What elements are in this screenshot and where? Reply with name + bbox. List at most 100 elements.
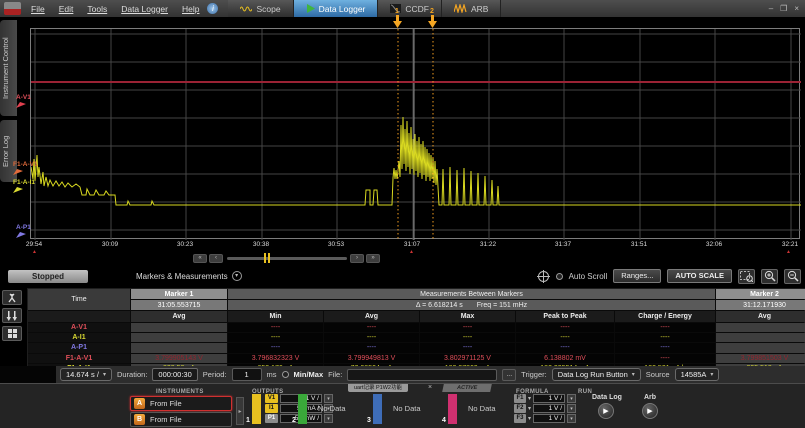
- x-tick: 32:06: [706, 241, 722, 248]
- markers-toggle-button[interactable]: [2, 308, 22, 323]
- sine-wave-icon: [240, 5, 252, 13]
- f2-badge[interactable]: F2: [514, 404, 526, 413]
- channel4-bar[interactable]: [448, 394, 457, 424]
- tab-arb[interactable]: ARB: [442, 0, 501, 17]
- chevron-down-icon[interactable]: ▾: [567, 394, 576, 403]
- arb-run-button[interactable]: ▶: [642, 403, 658, 419]
- source-label: Source: [646, 370, 670, 379]
- sidebar-tab-instrument-control[interactable]: Instrument Control: [0, 20, 17, 116]
- v1-badge[interactable]: V1: [265, 394, 278, 403]
- active-tab[interactable]: ACTIVE: [442, 384, 492, 392]
- channel2-bar[interactable]: [298, 394, 307, 424]
- scroll-next-button[interactable]: ›: [350, 254, 364, 263]
- f3-badge[interactable]: F3: [514, 414, 526, 423]
- instrument-a-label: From File: [150, 399, 182, 408]
- cell: ----: [324, 323, 419, 332]
- f3-scale-value[interactable]: 1 V /: [533, 414, 565, 423]
- marker2-flag[interactable]: 2: [426, 9, 438, 33]
- ranges-button[interactable]: Ranges...: [613, 269, 661, 283]
- cell: [131, 323, 227, 332]
- trigger-dropdown[interactable]: Data Log Run Button ▾: [552, 368, 641, 381]
- zoom-region-button[interactable]: [738, 269, 755, 284]
- minmax-checkbox[interactable]: [282, 371, 289, 378]
- browse-button[interactable]: ...: [502, 369, 516, 381]
- marker-flags-icon: [6, 311, 18, 321]
- auto-scroll-radio[interactable]: [556, 273, 563, 280]
- window-controls: – ❐ ×: [769, 0, 805, 17]
- data-log-run-button[interactable]: ▶: [598, 403, 614, 419]
- scroll-handle[interactable]: [262, 253, 271, 263]
- instrument-b-badge: B: [134, 414, 145, 425]
- chevron-down-icon[interactable]: ▾: [528, 405, 531, 412]
- f1-badge[interactable]: F1: [514, 394, 526, 403]
- zoom-in-button[interactable]: [761, 269, 778, 284]
- file-tab[interactable]: uart记录 P1W2功能: [348, 384, 408, 392]
- menu-data-logger[interactable]: Data Logger: [121, 4, 168, 14]
- waveform-plot: [31, 29, 801, 240]
- i1-badge[interactable]: I1: [265, 404, 278, 413]
- grid-view-button[interactable]: [2, 326, 22, 341]
- marker1-flag[interactable]: 1: [391, 9, 403, 33]
- freq-value: Freq = 151 mHz: [477, 302, 527, 309]
- auto-scale-button[interactable]: AUTO SCALE: [667, 269, 732, 283]
- info-icon[interactable]: i: [207, 3, 218, 14]
- instrument-a-button[interactable]: A From File: [130, 396, 232, 411]
- instrument-b-button[interactable]: B From File: [130, 412, 232, 427]
- x-axis: 29:54 30:09 30:23 30:38 30:53 31:07 31:2…: [30, 241, 800, 250]
- menu-tools[interactable]: Tools: [87, 4, 107, 14]
- p1-badge[interactable]: P1: [265, 414, 278, 423]
- menu-edit[interactable]: Edit: [59, 4, 74, 14]
- scroll-last-button[interactable]: »: [366, 254, 380, 263]
- close-button[interactable]: ×: [794, 4, 799, 13]
- tab-scope[interactable]: Scope: [228, 0, 293, 17]
- file-tab-close-icon[interactable]: ×: [428, 384, 432, 392]
- crosshair-icon[interactable]: [537, 270, 550, 283]
- tab-data-logger[interactable]: Data Logger: [294, 0, 379, 17]
- time-per-div-dropdown[interactable]: 14.674 s / ▾: [60, 368, 112, 381]
- instruments-expander[interactable]: ▸: [236, 397, 244, 425]
- channel3-bar[interactable]: [373, 394, 382, 424]
- marker2-header[interactable]: Marker 2: [716, 289, 805, 299]
- formula-f3-row: F3 ▾ 1 V / ▾: [514, 414, 576, 423]
- row-label[interactable]: A-V1: [28, 323, 130, 332]
- zoom-out-button[interactable]: [784, 269, 801, 284]
- source-dropdown[interactable]: 14585A ▾: [675, 368, 720, 381]
- channel-label-f1-a-v1[interactable]: F1-A-V1: [13, 161, 38, 175]
- chevron-down-icon[interactable]: ▾: [567, 414, 576, 423]
- period-input[interactable]: 1: [232, 368, 262, 381]
- chevron-down-icon[interactable]: ▾: [528, 415, 531, 422]
- channel-label-f1-a-i1[interactable]: F1-A-I1: [13, 179, 35, 193]
- restore-button[interactable]: ❐: [780, 4, 787, 13]
- x-tick: 31:51: [631, 241, 647, 248]
- marker1-header[interactable]: Marker 1: [131, 289, 227, 299]
- row-label[interactable]: F1-A-V1: [28, 354, 130, 363]
- file-input[interactable]: [347, 369, 497, 381]
- chevron-down-icon[interactable]: ▾: [528, 395, 531, 402]
- strip-chart[interactable]: [30, 28, 800, 239]
- channel-label-a-v1[interactable]: A-V1: [16, 94, 31, 108]
- settings-wrench-button[interactable]: [2, 290, 22, 305]
- scroll-prev-button[interactable]: ‹: [209, 254, 223, 263]
- channel-label-f1-a-i1-text: F1-A-I1: [13, 179, 35, 186]
- markers-measurements-menu[interactable]: Markers & Measurements ▾: [136, 271, 242, 281]
- chevron-down-icon[interactable]: ▾: [324, 414, 333, 423]
- chart-toolbar: Stopped Markers & Measurements ▾ Auto Sc…: [0, 266, 805, 286]
- arb-label: Arb: [644, 394, 656, 401]
- cell: 3.796832323 V: [228, 354, 323, 363]
- menu-file[interactable]: File: [31, 4, 45, 14]
- scroll-track[interactable]: [227, 257, 347, 260]
- f2-scale-value[interactable]: 1 V /: [533, 404, 565, 413]
- row-label[interactable]: A-I1: [28, 333, 130, 342]
- channel1-bar[interactable]: [252, 394, 261, 424]
- scroll-first-button[interactable]: «: [193, 254, 207, 263]
- menu-help[interactable]: Help: [182, 4, 199, 14]
- chevron-down-icon[interactable]: ▾: [567, 404, 576, 413]
- channel-label-a-p1[interactable]: A-P1: [16, 224, 31, 238]
- duration-value[interactable]: 000:00:30: [152, 368, 197, 381]
- row-label[interactable]: A-P1: [28, 343, 130, 352]
- chevron-down-icon: ▾: [232, 271, 242, 281]
- grid-icon: [8, 329, 17, 338]
- chevron-down-icon[interactable]: ▾: [324, 394, 333, 403]
- f1-scale-value[interactable]: 1 V /: [533, 394, 565, 403]
- minimize-button[interactable]: –: [769, 4, 773, 13]
